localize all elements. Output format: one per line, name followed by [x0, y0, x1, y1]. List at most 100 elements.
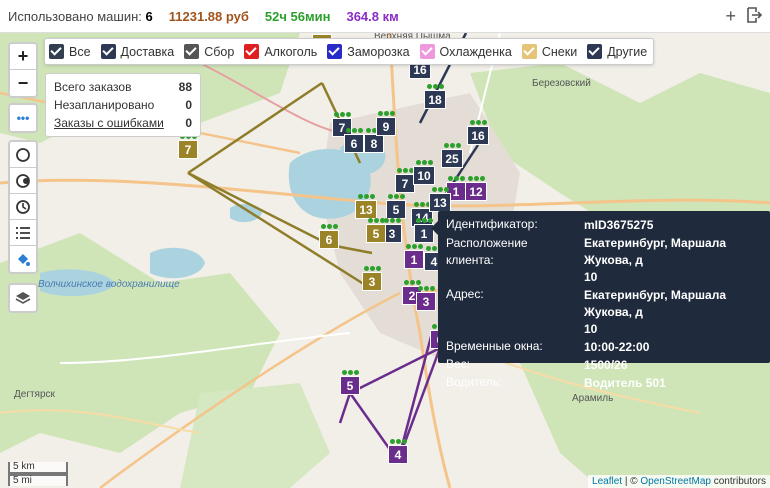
- marker-number: 5: [366, 224, 386, 243]
- checkbox-icon[interactable]: [521, 44, 537, 59]
- draw-tools: [8, 140, 38, 274]
- route-stop-marker[interactable]: 1: [404, 244, 424, 270]
- distance-value: 364.8 км: [346, 8, 399, 24]
- marker-number: 3: [362, 272, 382, 291]
- marker-number: 9: [376, 117, 396, 136]
- route-stop-marker[interactable]: 18: [424, 84, 446, 110]
- order-tooltip: Идентификатор: mID3675275 Расположение кл…: [431, 211, 770, 390]
- route-stop-marker[interactable]: 13: [355, 194, 377, 220]
- circle-tool-icon[interactable]: [10, 142, 36, 168]
- filter-7[interactable]: Другие: [587, 44, 647, 59]
- fill-tool-icon[interactable]: [10, 246, 36, 272]
- cars-value: 6: [145, 8, 153, 24]
- total-orders-value: 88: [178, 80, 192, 94]
- route-stop-marker[interactable]: 9: [376, 111, 396, 137]
- checkbox-icon[interactable]: [49, 44, 64, 59]
- route-stop-marker[interactable]: 5: [340, 370, 360, 396]
- tt-client-value: Екатеринбург, Маршала Жукова, д 10: [584, 236, 727, 284]
- tt-id-value: mID3675275: [584, 218, 654, 232]
- filter-label: Заморозка: [347, 44, 410, 59]
- filter-1[interactable]: Доставка: [100, 44, 175, 59]
- errors-value: 0: [185, 116, 192, 130]
- leaflet-link[interactable]: Leaflet: [592, 476, 622, 487]
- osm-link[interactable]: OpenStreetMap: [640, 476, 711, 487]
- list-tool-icon[interactable]: [10, 220, 36, 246]
- cost-value: 11231.88 руб: [168, 8, 249, 24]
- route-stop-marker[interactable]: 4: [388, 439, 408, 465]
- filter-6[interactable]: Снеки: [521, 44, 578, 59]
- logout-icon[interactable]: [746, 6, 763, 28]
- stats-bar: Использовано машин: 6 11231.88 руб 52ч 5…: [0, 0, 770, 33]
- filter-5[interactable]: Охлажденка: [419, 44, 512, 59]
- filter-label: Снеки: [541, 44, 578, 59]
- route-stop-marker[interactable]: 6: [344, 128, 364, 154]
- marker-number: 25: [441, 149, 463, 168]
- tt-weight-label: Вес:: [446, 357, 471, 371]
- route-stop-marker[interactable]: 12: [465, 176, 487, 202]
- marker-number: 13: [355, 200, 377, 219]
- cars-label: Использовано машин:: [8, 8, 142, 24]
- top-actions: +: [725, 6, 763, 28]
- marker-number: 18: [424, 90, 446, 109]
- scale-km: 5 km: [8, 462, 68, 474]
- errors-row: Заказы с ошибками 0: [54, 114, 192, 132]
- tt-weight-row: Вес: 1500/26: [446, 357, 762, 374]
- filter-4[interactable]: Заморозка: [327, 44, 410, 59]
- history-tool-icon[interactable]: [10, 194, 36, 220]
- route-stop-marker[interactable]: 25: [441, 143, 463, 169]
- tt-address-label: Адрес:: [446, 287, 484, 301]
- total-orders-label: Всего заказов: [54, 80, 132, 94]
- orders-summary: Всего заказов 88 Незапланировано 0 Заказ…: [45, 73, 201, 137]
- marker-number: 13: [429, 193, 451, 212]
- route-stop-marker[interactable]: 16: [467, 120, 489, 146]
- route-stop-marker[interactable]: 3: [416, 286, 436, 312]
- tt-weight-value: 1500/26: [584, 358, 628, 372]
- filter-3[interactable]: Алкоголь: [244, 44, 317, 59]
- route-stop-marker[interactable]: 10: [413, 160, 435, 186]
- filter-label: Доставка: [120, 44, 175, 59]
- checkbox-icon[interactable]: [419, 44, 435, 59]
- route-stop-marker[interactable]: 13: [429, 187, 451, 213]
- route-stop-marker[interactable]: 3: [362, 266, 382, 292]
- tt-window-row: Временные окна: 10:00-22:00: [446, 339, 762, 356]
- add-icon[interactable]: +: [725, 6, 736, 28]
- checkbox-icon[interactable]: [587, 44, 603, 59]
- marker-number: 5: [340, 376, 360, 395]
- tt-client-row: Расположение клиента: Екатеринбург, Марша…: [446, 235, 762, 286]
- attrib-sep: | ©: [622, 476, 641, 487]
- total-orders-row: Всего заказов 88: [54, 78, 192, 96]
- zoom-in-button[interactable]: +: [10, 44, 36, 70]
- more-control: •••: [8, 103, 38, 133]
- tt-driver-row: Водитель: Водитель 501: [446, 375, 762, 392]
- layers-icon[interactable]: [10, 285, 36, 311]
- zoom-out-button[interactable]: −: [10, 70, 36, 96]
- marker-number: 10: [413, 166, 435, 185]
- checkbox-icon[interactable]: [184, 44, 200, 59]
- route-stop-marker[interactable]: 7: [395, 168, 415, 194]
- route-stop-marker[interactable]: 5: [366, 218, 386, 244]
- attrib-contrib: contributors: [710, 476, 766, 487]
- unplanned-row: Незапланировано 0: [54, 96, 192, 114]
- route-stop-marker[interactable]: 5: [386, 194, 406, 220]
- route-stop-marker[interactable]: 7: [178, 134, 198, 160]
- more-button[interactable]: •••: [10, 105, 36, 131]
- errors-link[interactable]: Заказы с ошибками: [54, 116, 164, 130]
- filter-2[interactable]: Сбор: [184, 44, 234, 59]
- zoom-control: + −: [8, 42, 38, 98]
- filter-0[interactable]: Все: [49, 44, 91, 59]
- tt-driver-value: Водитель 501: [584, 376, 666, 390]
- checkbox-icon[interactable]: [327, 44, 343, 59]
- tt-id-label: Идентификатор:: [446, 217, 538, 231]
- cutout-tool-icon[interactable]: [10, 168, 36, 194]
- marker-number: 4: [388, 445, 408, 464]
- tt-id-row: Идентификатор: mID3675275: [446, 217, 762, 234]
- aramil-label: Арамиль: [572, 393, 614, 404]
- marker-number: 12: [465, 182, 487, 201]
- filter-label: Охлажденка: [439, 44, 512, 59]
- berezovsky-label: Березовский: [532, 78, 591, 89]
- route-stop-marker[interactable]: 6: [319, 224, 339, 250]
- checkbox-icon[interactable]: [100, 44, 116, 59]
- tt-window-label: Временные окна:: [446, 339, 543, 353]
- checkbox-icon[interactable]: [244, 44, 260, 59]
- marker-number: 5: [386, 200, 406, 219]
